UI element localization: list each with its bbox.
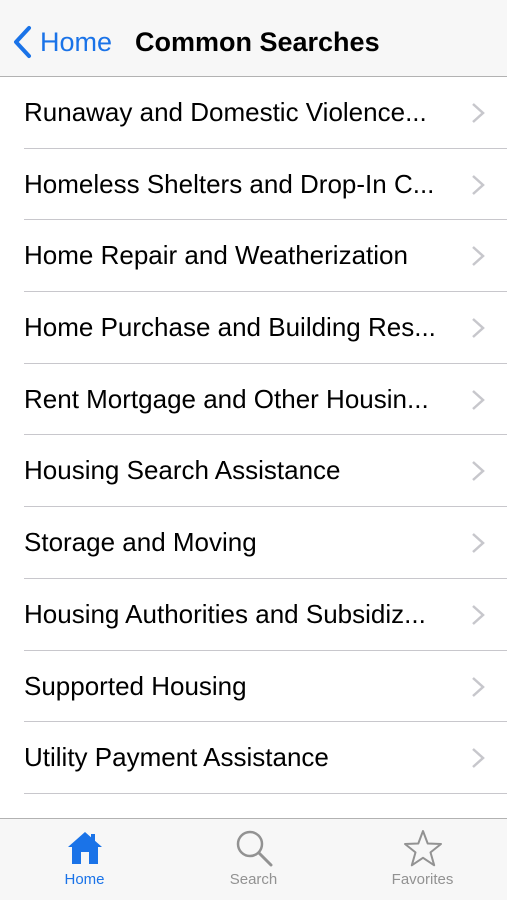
list-item-label: Housing Search Assistance (24, 455, 341, 486)
list-item[interactable]: Housing Search Assistance (24, 435, 507, 508)
list-item-label: Utility Payment Assistance (24, 742, 329, 773)
list-item-label: Home Purchase and Building Res... (24, 312, 436, 343)
chevron-right-icon (472, 318, 485, 338)
tab-search[interactable]: Search (169, 819, 338, 900)
home-icon (67, 832, 102, 864)
list-item-label: Housing Authorities and Subsidiz... (24, 598, 426, 629)
chevron-right-icon (472, 461, 485, 482)
list-item[interactable]: Housing Authorities and Subsidiz... (24, 579, 507, 651)
tab-label: Search (229, 871, 278, 888)
list-item[interactable]: Homeless Shelters and Drop-In C... (24, 149, 507, 221)
navigation-bar: Home Common Searches (0, 0, 507, 77)
list-item-label: Homeless Shelters and Drop-In C... (24, 168, 435, 199)
back-button[interactable]: Home (12, 22, 112, 62)
list-item[interactable]: Storage and Moving (24, 507, 507, 579)
page-title: Common Searches (135, 27, 380, 57)
chevron-right-icon (472, 246, 485, 267)
list-item[interactable]: Home Purchase and Building Res... (24, 292, 507, 364)
list-item[interactable]: Runaway and Domestic Violence... (24, 77, 507, 149)
search-icon (236, 830, 272, 867)
tab-home[interactable]: Home (0, 819, 169, 900)
list-item[interactable]: Rent Mortgage and Other Housin... (24, 364, 507, 436)
chevron-right-icon (472, 103, 485, 123)
list-item[interactable] (24, 794, 507, 818)
list-item-label: Rent Mortgage and Other Housin... (24, 383, 429, 414)
list-item[interactable]: Supported Housing (24, 651, 507, 723)
chevron-left-icon (14, 26, 31, 58)
list-item-label: Supported Housing (24, 670, 247, 701)
list-item-label: Home Repair and Weatherization (24, 240, 408, 271)
list-item[interactable]: Home Repair and Weatherization (24, 220, 507, 293)
common-searches-list: Runaway and Domestic Violence... Homeles… (0, 77, 507, 818)
tab-label: Favorites (391, 871, 454, 888)
list-item[interactable]: Utility Payment Assistance (24, 722, 507, 794)
chevron-right-icon (472, 389, 485, 410)
chevron-right-icon (472, 604, 485, 625)
chevron-right-icon (472, 533, 485, 554)
star-icon (403, 830, 442, 867)
tab-bar: Home Search Favorites (0, 818, 507, 900)
back-button-label: Home (40, 27, 113, 57)
tab-favorites[interactable]: Favorites (338, 819, 507, 900)
chevron-right-icon (472, 174, 485, 195)
list-item-label: Runaway and Domestic Violence... (24, 97, 427, 127)
tab-label: Home (64, 871, 105, 888)
list-item-label: Storage and Moving (24, 527, 257, 558)
chevron-right-icon (472, 748, 485, 769)
chevron-right-icon (472, 676, 485, 697)
